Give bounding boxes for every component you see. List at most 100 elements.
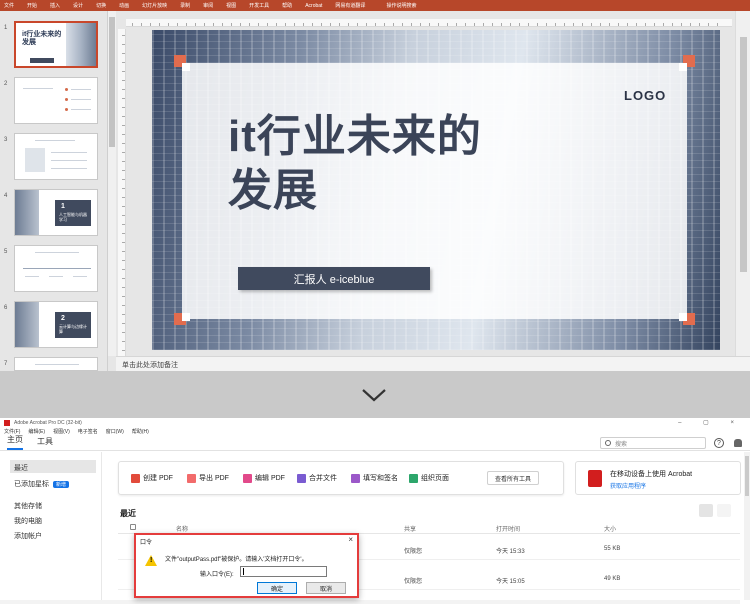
tool-edit-pdf[interactable]: 编辑 PDF — [243, 473, 285, 483]
ribbon-tab-acrobat[interactable]: Acrobat — [305, 3, 322, 9]
thumb-number: 1 — [4, 25, 8, 31]
window-controls[interactable]: – ▢ × — [678, 419, 744, 426]
reporter-box[interactable]: 汇报人 e-iceblue — [238, 267, 430, 290]
slide-thumbnail-3[interactable] — [14, 133, 98, 180]
acrobat-sidebar: 最近 已添加星标 新增 其他存储 我的电脑 添加帐户 — [0, 452, 102, 604]
menu-window[interactable]: 窗口(W) — [106, 428, 124, 435]
thumbnail-scrollbar[interactable] — [108, 11, 116, 356]
tab-home[interactable]: 主页 — [7, 434, 23, 450]
ruler-tick — [339, 23, 340, 26]
row-opened: 今天 15:05 — [496, 579, 525, 585]
select-all-checkbox[interactable] — [130, 524, 136, 530]
tell-me-search[interactable]: 操作说明搜索 — [386, 2, 416, 9]
ruler-tick — [122, 170, 125, 171]
ruler-tick — [122, 287, 125, 288]
thumb-background — [15, 190, 39, 235]
slide-thumbnail-7[interactable] — [14, 357, 98, 371]
tool-export-pdf[interactable]: 导出 PDF — [187, 473, 229, 483]
thumb-number: 5 — [4, 249, 8, 255]
sidebar-item-recent[interactable]: 最近 — [10, 460, 96, 473]
column-share[interactable]: 共享 — [404, 524, 416, 533]
dialog-close-button[interactable]: × — [348, 535, 353, 544]
ribbon-tab-slideshow[interactable]: 幻灯片放映 — [142, 2, 167, 9]
ribbon-tab-view[interactable]: 视图 — [226, 2, 236, 9]
slide-scrollbar[interactable] — [735, 11, 750, 356]
ribbon-tab-home[interactable]: 开始 — [27, 2, 37, 9]
ruler-tick — [609, 23, 610, 26]
ruler-tick — [122, 206, 125, 207]
ribbon-tab-transitions[interactable]: 切换 — [96, 2, 106, 9]
scrollbar-thumb[interactable] — [745, 456, 749, 496]
thumb-section-text: 云计算与边缘计算 — [59, 324, 87, 334]
ruler-tick — [510, 23, 511, 26]
scrollbar-thumb[interactable] — [740, 37, 747, 272]
ruler-tick — [150, 23, 151, 26]
sidebar-item-add-account[interactable]: 添加帐户 — [10, 528, 96, 541]
tool-fill-sign[interactable]: 填写和签名 — [351, 473, 398, 483]
ruler-tick — [122, 44, 125, 45]
ribbon-tab-insert[interactable]: 插入 — [50, 2, 60, 9]
tool-combine-files[interactable]: 合并文件 — [297, 473, 337, 483]
menu-esign[interactable]: 电子签名 — [78, 428, 98, 435]
sidebar-item-my-computer[interactable]: 我的电脑 — [10, 513, 96, 526]
ruler-tick — [375, 23, 376, 26]
notes-pane[interactable]: 单击此处添加备注 — [116, 356, 750, 371]
menu-edit[interactable]: 编辑(E) — [28, 428, 45, 435]
tool-organize-pages[interactable]: 组织页面 — [409, 473, 449, 483]
slide-logo[interactable]: LOGO — [624, 88, 666, 103]
ribbon-tab-design[interactable]: 设计 — [73, 2, 83, 9]
scrollbar-thumb[interactable] — [109, 17, 115, 147]
grid-view-icon[interactable] — [717, 504, 731, 517]
ribbon-tab-review[interactable]: 审阅 — [203, 2, 213, 9]
ruler-tick — [122, 116, 125, 117]
thumb-title: it行业未来的发展 — [22, 31, 62, 46]
slide-thumbnail-5[interactable] — [14, 245, 98, 292]
sidebar-item-other-storage[interactable]: 其他存储 — [10, 498, 96, 511]
acrobat-titlebar: Adobe Acrobat Pro DC (32-bit) – ▢ × — [0, 418, 750, 427]
ruler-tick — [168, 23, 169, 26]
column-opened[interactable]: 打开时间 — [496, 524, 520, 533]
slide-thumbnail-4[interactable]: 1 人工智能与机器学习 — [14, 189, 98, 236]
ok-button[interactable]: 确定 — [257, 582, 297, 594]
slide-thumbnail-2[interactable] — [14, 77, 98, 124]
tool-create-pdf[interactable]: 创建 PDF — [131, 473, 173, 483]
slide-thumbnail-1[interactable]: it行业未来的发展 — [14, 21, 98, 68]
slide-canvas[interactable]: it行业未来的 发展 LOGO 汇报人 e-iceblue — [152, 30, 720, 350]
ribbon-tab-developer[interactable]: 开发工具 — [249, 2, 269, 9]
search-input[interactable]: 搜索 — [600, 437, 706, 449]
view-all-tools-button[interactable]: 查看所有工具 — [487, 471, 539, 485]
get-app-link[interactable]: 获取应用程序 — [610, 481, 646, 490]
ruler-tick — [708, 23, 709, 26]
ribbon-tab-help[interactable]: 帮助 — [282, 2, 292, 9]
ribbon-tab-youdao[interactable]: 网易有道翻译 — [335, 2, 365, 9]
ribbon-tab-record[interactable]: 录制 — [180, 2, 190, 9]
chevron-down-icon — [362, 389, 386, 402]
home-scrollbar[interactable] — [744, 452, 750, 600]
thumb-image — [25, 148, 45, 172]
thumb-line — [51, 168, 87, 169]
column-size[interactable]: 大小 — [604, 524, 616, 533]
ruler-tick — [447, 23, 448, 26]
ribbon-tab-file[interactable]: 文件 — [4, 2, 14, 9]
sidebar-item-starred[interactable]: 已添加星标 新增 — [10, 476, 96, 489]
ruler-tick — [122, 98, 125, 99]
column-name[interactable]: 名称 — [176, 524, 188, 533]
ruler-tick — [122, 278, 125, 279]
menu-view[interactable]: 视图(V) — [53, 428, 70, 435]
slide-title[interactable]: it行业未来的 发展 — [228, 110, 568, 218]
thumb-number: 6 — [4, 305, 8, 311]
help-icon[interactable]: ? — [714, 438, 724, 448]
ruler-tick — [122, 350, 125, 351]
ruler-tick — [690, 23, 691, 26]
ruler-tick — [501, 23, 502, 26]
password-input[interactable] — [240, 566, 327, 577]
cancel-button[interactable]: 取消 — [306, 582, 346, 594]
menu-help[interactable]: 帮助(H) — [132, 428, 149, 435]
ruler-tick — [357, 23, 358, 26]
slide-thumbnail-6[interactable]: 2 云计算与边缘计算 — [14, 301, 98, 348]
horizontal-scrollbar[interactable] — [0, 600, 740, 604]
notification-bell-icon[interactable] — [734, 439, 742, 447]
list-view-icon[interactable] — [699, 504, 713, 517]
ribbon-tab-animations[interactable]: 动画 — [119, 2, 129, 9]
tab-tools[interactable]: 工具 — [37, 436, 53, 450]
